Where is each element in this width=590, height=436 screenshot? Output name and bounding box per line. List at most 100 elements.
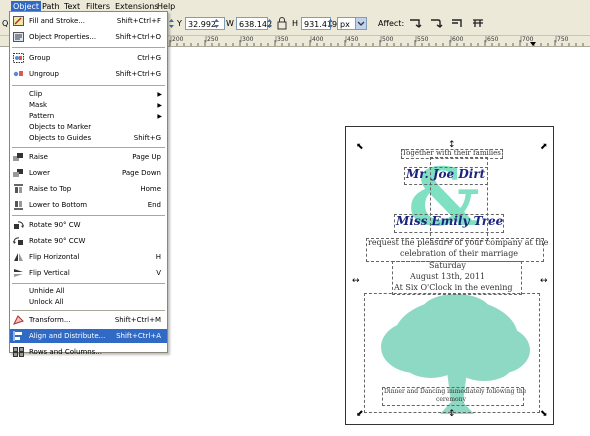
menu-item-label: Mask <box>29 101 48 109</box>
menu-item-shortcut: Shift+Ctrl+G <box>115 70 161 78</box>
menu-item-label: Rotate 90° CCW <box>29 237 86 245</box>
document-page[interactable]: & Together with their families Mr. Joe D… <box>345 126 554 425</box>
lower-to-bottom-icon <box>13 200 24 210</box>
menu-item-label: Unhide All <box>29 287 65 295</box>
affect-stroke-icon[interactable] <box>407 16 423 31</box>
menu-item-shortcut: Shift+Ctrl+A <box>116 332 161 340</box>
menu-item-lower[interactable]: Lower Page Down <box>10 166 167 180</box>
scale-handle-e[interactable]: ↔ <box>540 277 548 286</box>
menu-extensions-label: Extensions <box>115 2 159 11</box>
selection-bbox <box>382 387 524 406</box>
menu-item-shortcut: Ctrl+G <box>137 54 161 62</box>
affect-label: Affect: <box>378 19 405 28</box>
menu-item-label: Raise to Top <box>29 185 72 193</box>
menu-item-pattern[interactable]: Pattern ▶ <box>10 111 167 122</box>
toolbar-cut-label: Q <box>2 19 9 28</box>
submenu-arrow-icon: ▶ <box>157 102 162 109</box>
scale-handle-n[interactable]: ↕ <box>448 141 456 150</box>
menu-item-shortcut: Page Down <box>121 169 161 177</box>
affect-pattern-icon[interactable] <box>470 16 486 31</box>
scale-handle-se[interactable]: ⬊ <box>540 410 548 419</box>
rotate-cw-icon <box>13 220 24 230</box>
h-spin-arrows[interactable] <box>327 17 334 30</box>
menu-help-label: Help <box>157 2 176 11</box>
scale-handle-s[interactable]: ↕ <box>448 410 456 419</box>
flip-horizontal-icon <box>13 252 24 262</box>
x-spin-arrows[interactable] <box>168 17 175 30</box>
menu-item-flip-vertical[interactable]: Flip Vertical V <box>10 266 167 280</box>
menu-item-shortcut: Shift+G <box>133 134 161 142</box>
menu-item-label: Lower <box>29 169 50 177</box>
scale-handle-nw[interactable]: ⬉ <box>356 143 364 152</box>
menu-path-label: Path <box>42 2 60 11</box>
menu-item-group[interactable]: Group Ctrl+G <box>10 51 167 65</box>
menu-filters-label: Filters <box>86 2 110 11</box>
menu-item-shortcut: Page Up <box>132 153 161 161</box>
selection-bbox <box>392 261 522 295</box>
menu-item-rotate-ccw[interactable]: Rotate 90° CCW <box>10 234 167 248</box>
transform-icon <box>13 315 24 325</box>
affect-gradient-icon[interactable] <box>449 16 465 31</box>
menu-item-label: Unlock All <box>29 298 64 306</box>
menu-item-objects-to-guides[interactable]: Objects to Guides Shift+G <box>10 133 167 144</box>
menu-item-ungroup[interactable]: Ungroup Shift+Ctrl+G <box>10 67 167 81</box>
menu-item-objects-to-marker[interactable]: Objects to Marker <box>10 122 167 133</box>
affect-corners-icon[interactable] <box>428 16 444 31</box>
menu-item-shortcut: Shift+Ctrl+M <box>114 316 161 324</box>
raise-to-top-icon <box>13 184 24 194</box>
menu-separator <box>12 47 165 48</box>
menu-separator <box>12 310 165 311</box>
rows-columns-icon <box>13 347 24 357</box>
menu-item-shortcut: Shift+Ctrl+F <box>116 17 161 25</box>
menu-object-label: Object <box>13 2 40 11</box>
menu-item-label: Group <box>29 54 51 62</box>
menu-item-fill-stroke[interactable]: Fill and Stroke... Shift+Ctrl+F <box>10 14 167 28</box>
menu-item-object-properties[interactable]: Object Properties... Shift+Ctrl+O <box>10 30 167 44</box>
menu-item-label: Pattern <box>29 112 55 120</box>
scale-handle-ne[interactable]: ⬈ <box>540 143 548 152</box>
flip-vertical-icon <box>13 268 24 278</box>
menu-item-label: Transform... <box>29 316 71 324</box>
scale-handle-w[interactable]: ↔ <box>352 277 360 286</box>
menu-item-label: Rows and Columns... <box>29 348 102 356</box>
menu-item-align-distribute[interactable]: Align and Distribute... Shift+Ctrl+A <box>10 329 167 343</box>
unit-dropdown-icon[interactable] <box>355 17 367 30</box>
menu-item-label: Ungroup <box>29 70 59 78</box>
menu-item-mask[interactable]: Mask ▶ <box>10 100 167 111</box>
menu-item-label: Lower to Bottom <box>29 201 88 209</box>
menu-item-raise[interactable]: Raise Page Up <box>10 150 167 164</box>
selection-bbox <box>394 214 504 233</box>
y-spin-arrows[interactable] <box>213 17 220 30</box>
ungroup-icon <box>13 69 24 79</box>
menu-item-rows-columns[interactable]: Rows and Columns... <box>10 345 167 359</box>
menu-item-label: Raise <box>29 153 48 161</box>
fill-stroke-icon <box>13 16 24 26</box>
menu-item-label: Fill and Stroke... <box>29 17 85 25</box>
rotate-ccw-icon <box>13 236 24 246</box>
object-menu: Fill and Stroke... Shift+Ctrl+F Object P… <box>9 11 168 357</box>
menu-item-label: Rotate 90° CW <box>29 221 81 229</box>
w-spin-arrows[interactable] <box>266 17 273 30</box>
y-label: Y <box>177 19 182 28</box>
menu-item-unhide-all[interactable]: Unhide All <box>10 286 167 297</box>
menu-item-label: Flip Horizontal <box>29 253 80 261</box>
menu-item-rotate-cw[interactable]: Rotate 90° CW <box>10 218 167 232</box>
selection-bbox <box>366 238 544 262</box>
menu-item-flip-horizontal[interactable]: Flip Horizontal H <box>10 250 167 264</box>
menu-item-transform[interactable]: Transform... Shift+Ctrl+M <box>10 313 167 327</box>
menu-item-clip[interactable]: Clip ▶ <box>10 89 167 100</box>
menu-item-raise-to-top[interactable]: Raise to Top Home <box>10 182 167 196</box>
w-input[interactable]: 638.142 <box>236 17 272 30</box>
align-distribute-icon <box>13 331 24 341</box>
menu-item-shortcut: V <box>156 269 161 277</box>
raise-icon <box>13 152 24 162</box>
menu-item-lower-to-bottom[interactable]: Lower to Bottom End <box>10 198 167 212</box>
lock-ratio-icon[interactable] <box>275 16 291 31</box>
menu-item-shortcut: End <box>147 201 161 209</box>
menu-separator <box>12 147 165 148</box>
menu-item-unlock-all[interactable]: Unlock All <box>10 297 167 308</box>
scale-handle-sw[interactable]: ⬋ <box>356 410 364 419</box>
menu-item-label: Object Properties... <box>29 33 97 41</box>
lower-icon <box>13 168 24 178</box>
menu-item-label: Align and Distribute... <box>29 332 106 340</box>
